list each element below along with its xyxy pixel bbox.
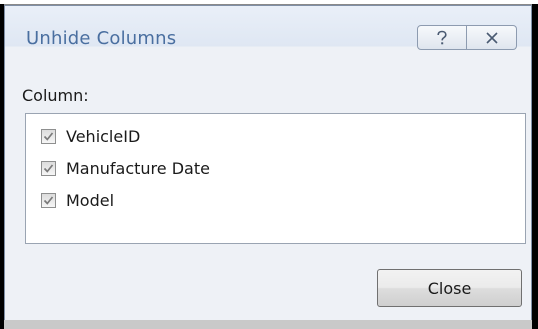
bottom-edge [4, 320, 532, 329]
right-edge [532, 4, 538, 329]
dialog-client-area: Column: VehicleID Manufacture Date Model… [5, 64, 531, 328]
checkbox-manufacture-date[interactable] [41, 160, 56, 176]
caption-buttons [417, 25, 519, 50]
column-label: Column: [22, 86, 89, 105]
checkmark-icon [43, 195, 54, 205]
close-x-icon [485, 31, 498, 44]
list-item-label: VehicleID [66, 126, 141, 146]
dialog-title: Unhide Columns [26, 28, 177, 49]
close-button[interactable]: Close [377, 269, 522, 307]
list-item-label: Model [66, 190, 115, 210]
checkbox-model[interactable] [41, 192, 56, 208]
checkbox-vehicleid[interactable] [41, 128, 56, 144]
list-item-vehicleid[interactable]: VehicleID [41, 125, 140, 147]
column-listbox[interactable]: VehicleID Manufacture Date Model [25, 113, 526, 244]
list-item-label: Manufacture Date [66, 158, 210, 178]
question-mark-icon [437, 30, 447, 44]
list-item-model[interactable]: Model [41, 189, 114, 211]
checkmark-icon [43, 163, 54, 173]
title-close-button[interactable] [467, 25, 517, 50]
unhide-columns-dialog: Unhide Columns Column: VehicleID Manufac… [4, 5, 532, 329]
checkmark-icon [43, 131, 54, 141]
title-bar[interactable]: Unhide Columns [5, 6, 531, 64]
list-item-manufacture-date[interactable]: Manufacture Date [41, 157, 210, 179]
screenshot-stage: Unhide Columns Column: VehicleID Manufac… [0, 0, 538, 329]
help-button[interactable] [417, 25, 467, 50]
